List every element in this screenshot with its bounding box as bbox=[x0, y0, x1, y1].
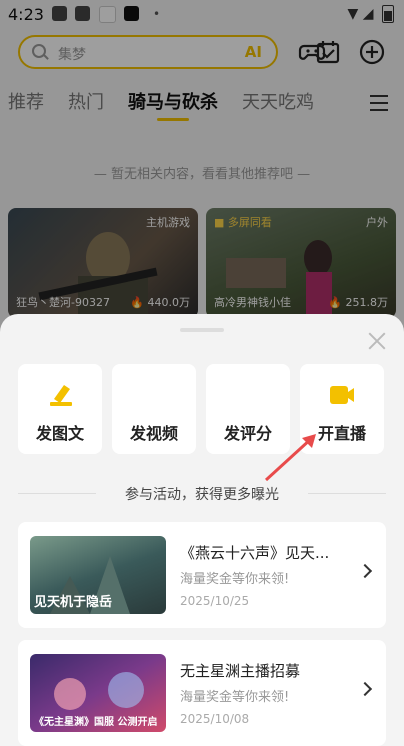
activity-date: 2025/10/25 bbox=[180, 594, 250, 608]
section-title: 参与活动，获得更多曝光 bbox=[125, 487, 279, 503]
activity-thumbnail: 《无主星渊》国服 公测开启 bbox=[30, 654, 166, 732]
close-icon[interactable] bbox=[368, 332, 386, 350]
action-label: 发图文 bbox=[35, 424, 84, 443]
activity-title: 《燕云十六声》见天... bbox=[180, 544, 330, 562]
activity-item[interactable]: 见天机于隐岳 《燕云十六声》见天... 海量奖金等你来领! 2025/10/25 bbox=[18, 522, 386, 628]
activity-thumbnail: 见天机于隐岳 bbox=[30, 536, 166, 614]
divider bbox=[308, 493, 386, 494]
activity-title: 无主星渊主播招募 bbox=[180, 662, 301, 680]
post-video-button[interactable]: 发视频 bbox=[112, 364, 196, 454]
activity-desc: 海量奖金等你来领! bbox=[180, 572, 290, 587]
section-header: 参与活动，获得更多曝光 bbox=[18, 484, 386, 504]
chevron-right-icon bbox=[357, 681, 373, 697]
thumbnail-caption: 见天机于隐岳 bbox=[34, 595, 113, 610]
activity-date: 2025/10/08 bbox=[180, 712, 250, 726]
thumbnail-caption: 《无主星渊》国服 公测开启 bbox=[34, 717, 158, 728]
annotation-arrow bbox=[264, 434, 316, 482]
pen-icon bbox=[50, 385, 72, 406]
chevron-right-icon bbox=[357, 563, 373, 579]
action-label: 发视频 bbox=[129, 424, 178, 443]
drag-handle[interactable] bbox=[180, 328, 224, 332]
activity-desc: 海量奖金等你来领! bbox=[180, 690, 290, 705]
post-image-text-button[interactable]: 发图文 bbox=[18, 364, 102, 454]
activity-item[interactable]: 《无主星渊》国服 公测开启 无主星渊主播招募 海量奖金等你来领! 2025/10… bbox=[18, 640, 386, 746]
camera-icon bbox=[330, 386, 354, 404]
publish-bottom-sheet: 发图文 发视频 发评分 开直播 参与活动，获得更多曝光 见天机于隐岳 《燕云十六… bbox=[0, 314, 404, 746]
